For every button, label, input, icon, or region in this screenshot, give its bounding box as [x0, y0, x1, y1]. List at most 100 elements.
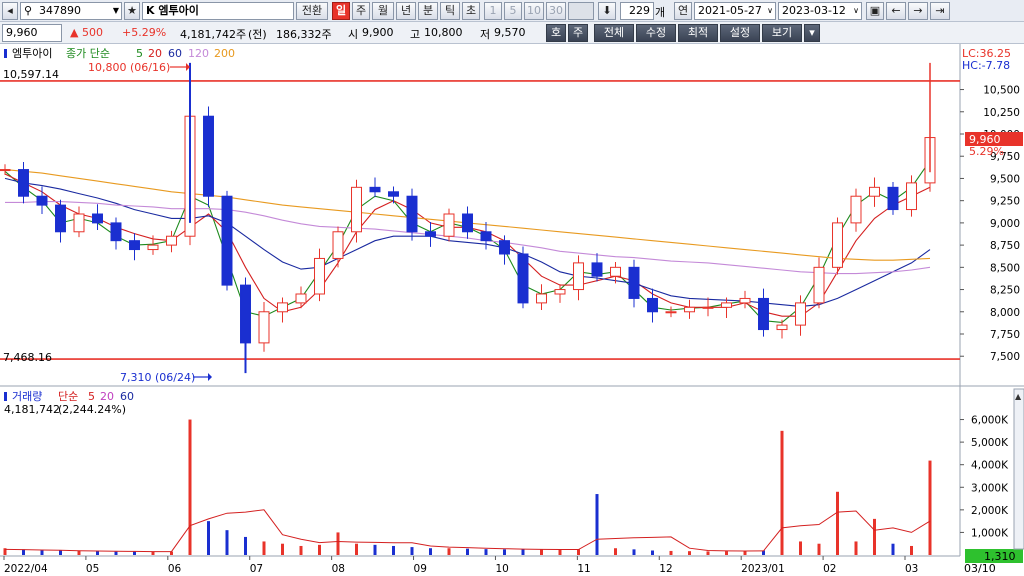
candle-body [314, 257, 325, 295]
time-tick-label: 2022/04 [4, 563, 48, 575]
time-tick-label: 06 [168, 563, 182, 575]
low-line-label: 7,468.16 [3, 351, 52, 364]
minute-1-button[interactable]: 1 [484, 2, 502, 20]
volume-bar [836, 491, 839, 555]
hc-label: HC:-7.78 [962, 59, 1010, 72]
price-tick-label: 10,500 [983, 85, 1020, 97]
prev-button[interactable]: ◂ [2, 2, 18, 20]
menu-all-button[interactable]: 전체 [594, 24, 634, 42]
candle-body [369, 186, 381, 193]
span-button[interactable]: 연 [674, 2, 692, 20]
stock-code-input[interactable]: ⚲ 347890 ▼ [20, 2, 122, 20]
price-tick-label: 8,250 [990, 285, 1020, 297]
menu-edit-button[interactable]: 수정 [636, 24, 676, 42]
candle-body [887, 186, 899, 211]
switch-button[interactable]: 전환 [296, 2, 328, 20]
scroll-end-icon[interactable]: ⇥ [930, 2, 950, 20]
up-triangle-icon: ▲ [70, 26, 79, 39]
volume-bar [928, 460, 932, 555]
time-tick-label: 08 [332, 563, 345, 575]
legend-ma-120: 120 [188, 47, 209, 60]
period-month-button[interactable]: 월 [372, 2, 394, 20]
scrollbar-track[interactable] [1013, 388, 1024, 550]
menu-optimal-button[interactable]: 최적 [678, 24, 718, 42]
volume-tick-label: 1,000K [971, 527, 1009, 539]
candle-body [388, 191, 399, 197]
chevron-down-icon[interactable]: ∨ [853, 3, 859, 19]
volume-tick-label: 3,000K [971, 482, 1009, 494]
candle-body [258, 311, 270, 344]
search-icon[interactable]: ⚲ [24, 3, 32, 19]
volume-value-text: 4,181,742 [4, 403, 60, 416]
open-label: 시 [348, 28, 359, 41]
scroll-up-icon[interactable]: ▲ [1015, 392, 1022, 401]
custom-minute-input[interactable] [568, 2, 594, 20]
volume-bar [503, 549, 506, 555]
change-percent: +5.29% [122, 26, 167, 39]
period-week-button[interactable]: 주 [352, 2, 370, 20]
volume-axis-ticks: 6,000K 5,000K 4,000K 3,000K 2,000K 1,000K [960, 415, 1009, 539]
menu-view-button[interactable]: 보기 [762, 24, 802, 42]
arrow-right-icon[interactable]: → [908, 2, 928, 20]
volume-bar [817, 543, 821, 555]
menu-settings-button[interactable]: 설정 [720, 24, 760, 42]
volume-current-tag: 1,310 [965, 549, 1023, 563]
ju-button[interactable]: 주 [568, 24, 588, 42]
date-from-text: 2021-05-27 [698, 4, 762, 17]
period-second-button[interactable]: 초 [462, 2, 480, 20]
legend-volume-name: 거래량 [12, 390, 42, 403]
volume-bar [651, 550, 654, 555]
favorite-star-button[interactable]: ★ [124, 2, 140, 20]
period-minute-button[interactable]: 분 [418, 2, 438, 20]
candle-body [55, 204, 66, 233]
date-to-select[interactable]: 2023-03-12 ∨ [778, 2, 862, 20]
chart-options-icon[interactable]: ▾ [804, 24, 820, 42]
save-icon[interactable]: ▣ [866, 2, 884, 20]
date-from-select[interactable]: 2021-05-27 ∨ [694, 2, 776, 20]
arrow-left-icon[interactable]: ← [886, 2, 906, 20]
count-input[interactable]: 229 [620, 2, 654, 20]
candle-body [110, 222, 122, 242]
minute-10-button[interactable]: 10 [524, 2, 544, 20]
candle-body [147, 244, 159, 251]
candle-body [795, 302, 806, 326]
candle-body [295, 293, 307, 304]
candle-body [462, 213, 473, 233]
candle-body [647, 297, 658, 313]
period-year-button[interactable]: 년 [396, 2, 416, 20]
minute-30-button[interactable]: 30 [546, 2, 566, 20]
candle-body [850, 195, 862, 224]
volume-bar [410, 547, 414, 555]
time-tick-label: 07 [250, 563, 263, 575]
volume-bar [577, 549, 580, 555]
candle-body [739, 297, 751, 304]
period-tick-button[interactable]: 틱 [440, 2, 460, 20]
low-label: 저 [480, 28, 491, 41]
low-value: 9,570 [494, 26, 526, 39]
ho-button[interactable]: 호 [546, 24, 566, 42]
candle-body [758, 297, 769, 331]
chevron-down-icon[interactable]: ▼ [113, 3, 119, 19]
volume-bar [392, 545, 395, 555]
period-day-button[interactable]: 일 [332, 2, 350, 20]
volume-bar [225, 530, 229, 555]
volume-tick-label: 2,000K [971, 505, 1009, 517]
volume-bar [910, 545, 913, 555]
volume-tick-label: 4,000K [971, 460, 1009, 472]
volume-ma-line [4, 509, 931, 553]
chevron-down-icon[interactable]: ∨ [767, 3, 773, 19]
volume-bar [170, 551, 173, 555]
volume-bar [614, 548, 617, 555]
arrow-down-button[interactable]: ⬇ [598, 2, 616, 20]
price-tick-label: 10,250 [983, 107, 1020, 119]
volume-bar [299, 545, 303, 555]
time-tick-label: 05 [86, 563, 99, 575]
volume-bar [891, 543, 895, 555]
volume-scrollbar[interactable]: ▲ [1013, 388, 1024, 550]
candle-body [443, 213, 455, 237]
volume-bar [373, 544, 377, 555]
minute-5-button[interactable]: 5 [504, 2, 522, 20]
current-price-box: 9,960 [2, 24, 62, 42]
stock-chart[interactable]: 엠투아이 종가 단순 5 20 60 120 200 LC:36.25 HC:-… [0, 44, 1024, 576]
volume-bar [854, 541, 858, 555]
